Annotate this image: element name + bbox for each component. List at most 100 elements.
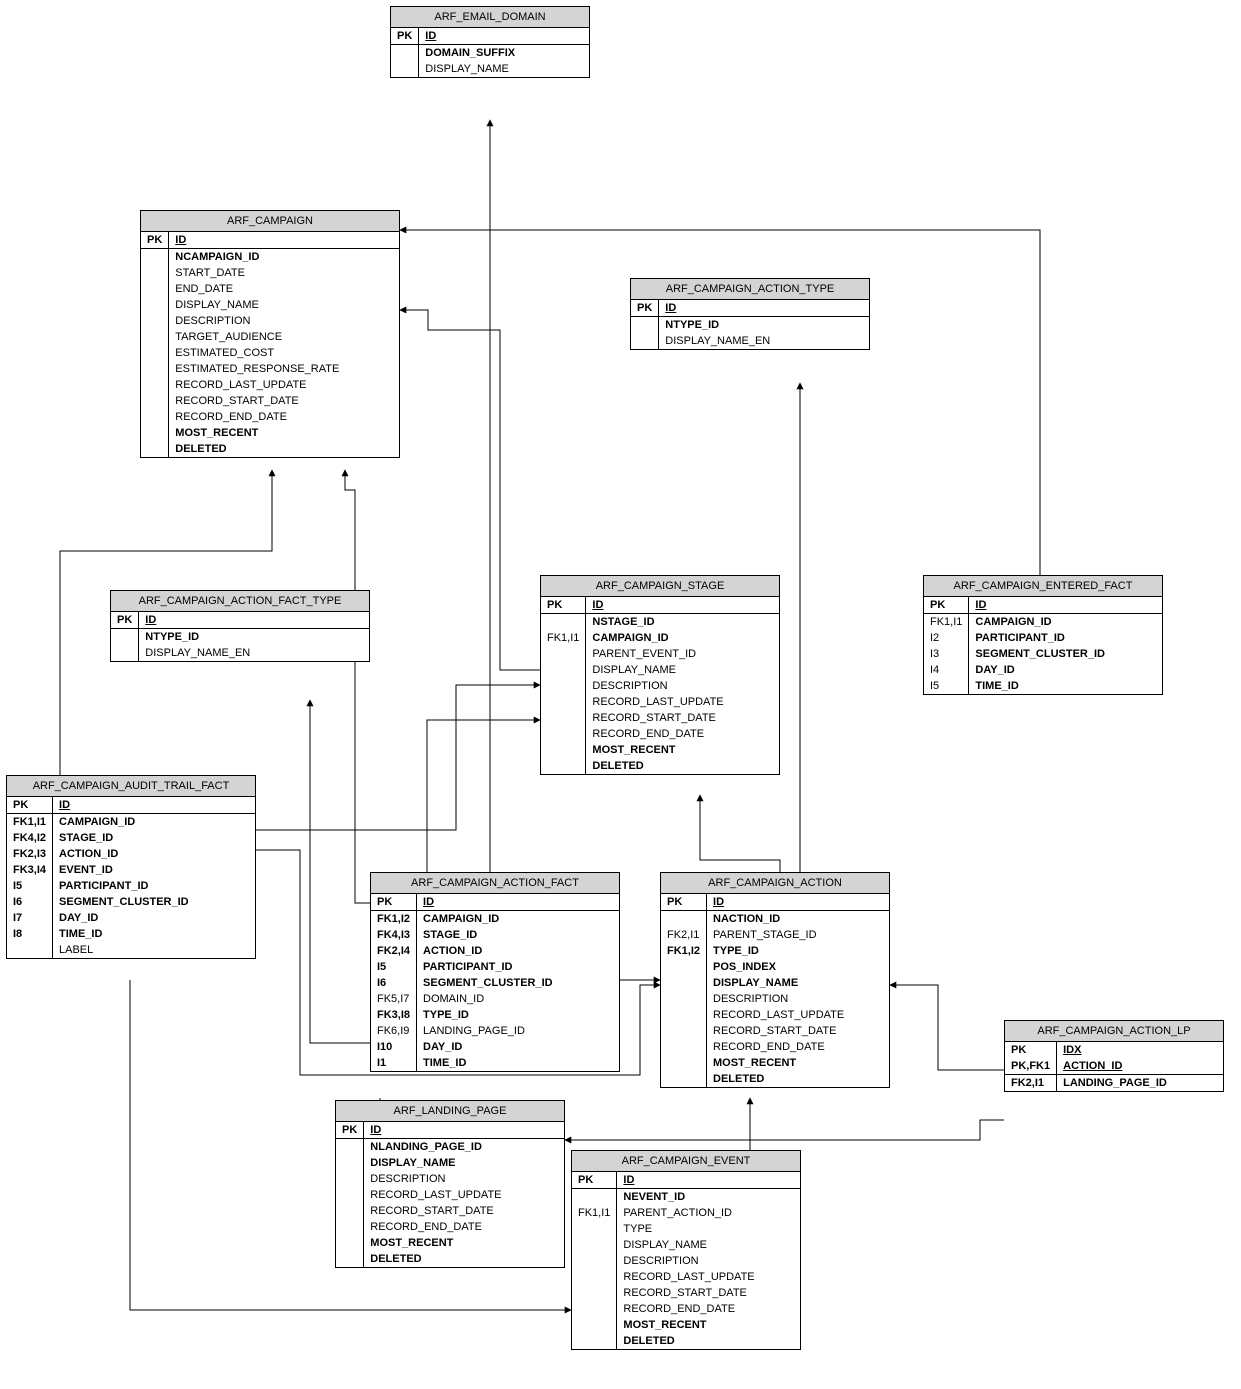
attribute-row: FK1,I1CAMPAIGN_ID bbox=[541, 630, 779, 646]
entity-arf_campaign_action: ARF_CAMPAIGN_ACTIONPKID NACTION_IDFK2,I1… bbox=[660, 872, 890, 1088]
key-cell bbox=[391, 61, 419, 77]
entity-title: ARF_CAMPAIGN_AUDIT_TRAIL_FACT bbox=[7, 776, 255, 797]
attribute-cell: DOMAIN_SUFFIX bbox=[419, 45, 589, 61]
key-cell bbox=[661, 1039, 707, 1055]
attribute-cell: DESCRIPTION bbox=[586, 678, 779, 694]
attribute-row: PKID bbox=[371, 894, 619, 911]
key-cell: PK bbox=[1005, 1042, 1057, 1058]
key-cell bbox=[572, 1253, 617, 1269]
attribute-cell: NACTION_ID bbox=[707, 911, 889, 927]
key-cell: PK bbox=[631, 300, 659, 317]
key-cell bbox=[141, 409, 169, 425]
attribute-row: MOST_RECENT bbox=[336, 1235, 564, 1251]
attribute-cell: NTYPE_ID bbox=[659, 317, 869, 333]
key-cell bbox=[336, 1203, 364, 1219]
key-cell: PK bbox=[7, 797, 53, 814]
key-cell: FK6,I9 bbox=[371, 1023, 417, 1039]
attribute-row: DELETED bbox=[141, 441, 399, 457]
attribute-row: ESTIMATED_COST bbox=[141, 345, 399, 361]
attribute-row: I8TIME_ID bbox=[7, 926, 255, 942]
key-cell bbox=[141, 425, 169, 441]
attribute-table: PKIDFK1,I1CAMPAIGN_IDI2PARTICIPANT_IDI3S… bbox=[924, 597, 1162, 694]
attribute-row: RECORD_END_DATE bbox=[336, 1219, 564, 1235]
attribute-row: NSTAGE_ID bbox=[541, 614, 779, 630]
entity-arf_campaign: ARF_CAMPAIGNPKID NCAMPAIGN_ID START_DATE… bbox=[140, 210, 400, 458]
key-cell bbox=[391, 45, 419, 61]
attribute-cell: PARTICIPANT_ID bbox=[417, 959, 619, 975]
attribute-cell: TYPE_ID bbox=[417, 1007, 619, 1023]
attribute-cell: IDX bbox=[1057, 1042, 1223, 1058]
attribute-cell: DISPLAY_NAME_EN bbox=[139, 645, 369, 661]
key-cell bbox=[141, 393, 169, 409]
entity-arf_campaign_audit_trail_fact: ARF_CAMPAIGN_AUDIT_TRAIL_FACTPKIDFK1,I1C… bbox=[6, 775, 256, 959]
attribute-row: DESCRIPTION bbox=[572, 1253, 800, 1269]
key-cell: PK bbox=[336, 1122, 364, 1139]
attribute-row: PKID bbox=[111, 612, 369, 629]
attribute-row: PKID bbox=[141, 232, 399, 249]
key-cell: I5 bbox=[371, 959, 417, 975]
attribute-cell: MOST_RECENT bbox=[169, 425, 399, 441]
attribute-row: DESCRIPTION bbox=[141, 313, 399, 329]
attribute-row: PARENT_EVENT_ID bbox=[541, 646, 779, 662]
attribute-row: I2PARTICIPANT_ID bbox=[924, 630, 1162, 646]
attribute-row: PKID bbox=[7, 797, 255, 814]
attribute-row: PKID bbox=[336, 1122, 564, 1139]
attribute-cell: STAGE_ID bbox=[53, 830, 255, 846]
attribute-row: FK3,I4EVENT_ID bbox=[7, 862, 255, 878]
attribute-row: PKID bbox=[391, 28, 589, 45]
attribute-row: DESCRIPTION bbox=[541, 678, 779, 694]
key-cell bbox=[541, 662, 586, 678]
key-cell bbox=[141, 377, 169, 393]
attribute-row: END_DATE bbox=[141, 281, 399, 297]
attribute-table: PKID DOMAIN_SUFFIX DISPLAY_NAME bbox=[391, 28, 589, 77]
key-cell bbox=[631, 333, 659, 349]
key-cell: FK2,I1 bbox=[661, 927, 707, 943]
attribute-cell: EVENT_ID bbox=[53, 862, 255, 878]
attribute-cell: NTYPE_ID bbox=[139, 629, 369, 645]
attribute-table: PKID NLANDING_PAGE_ID DISPLAY_NAME DESCR… bbox=[336, 1122, 564, 1267]
entity-title: ARF_CAMPAIGN_ENTERED_FACT bbox=[924, 576, 1162, 597]
entity-title: ARF_CAMPAIGN_ACTION_FACT_TYPE bbox=[111, 591, 369, 612]
attribute-row: I10DAY_ID bbox=[371, 1039, 619, 1055]
attribute-cell: RECORD_END_DATE bbox=[169, 409, 399, 425]
attribute-cell: TIME_ID bbox=[53, 926, 255, 942]
attribute-row: DISPLAY_NAME_EN bbox=[111, 645, 369, 661]
entity-arf_campaign_action_fact: ARF_CAMPAIGN_ACTION_FACTPKIDFK1,I2CAMPAI… bbox=[370, 872, 620, 1072]
attribute-row: PK,FK1ACTION_ID bbox=[1005, 1058, 1223, 1075]
attribute-cell: NLANDING_PAGE_ID bbox=[364, 1139, 564, 1155]
attribute-cell: TARGET_AUDIENCE bbox=[169, 329, 399, 345]
attribute-cell: SEGMENT_CLUSTER_ID bbox=[53, 894, 255, 910]
attribute-row: PKID bbox=[631, 300, 869, 317]
key-cell bbox=[661, 1023, 707, 1039]
attribute-cell: NCAMPAIGN_ID bbox=[169, 249, 399, 265]
attribute-table: PKID NTYPE_ID DISPLAY_NAME_EN bbox=[631, 300, 869, 349]
attribute-row: PKID bbox=[572, 1172, 800, 1189]
key-cell: I2 bbox=[924, 630, 969, 646]
attribute-row: DELETED bbox=[336, 1251, 564, 1267]
attribute-row: NTYPE_ID bbox=[631, 317, 869, 333]
key-cell bbox=[541, 742, 586, 758]
key-cell bbox=[336, 1251, 364, 1267]
attribute-cell: RECORD_LAST_UPDATE bbox=[586, 694, 779, 710]
attribute-cell: LANDING_PAGE_ID bbox=[1057, 1075, 1223, 1091]
attribute-row: I4DAY_ID bbox=[924, 662, 1162, 678]
attribute-row: PKID bbox=[924, 597, 1162, 614]
attribute-cell: PARENT_EVENT_ID bbox=[586, 646, 779, 662]
attribute-table: PKID NTYPE_ID DISPLAY_NAME_EN bbox=[111, 612, 369, 661]
key-cell: PK bbox=[924, 597, 969, 614]
key-cell bbox=[141, 281, 169, 297]
attribute-row: RECORD_START_DATE bbox=[572, 1285, 800, 1301]
attribute-cell: RECORD_START_DATE bbox=[617, 1285, 800, 1301]
key-cell: I4 bbox=[924, 662, 969, 678]
attribute-row: DOMAIN_SUFFIX bbox=[391, 45, 589, 61]
attribute-row: FK3,I8TYPE_ID bbox=[371, 1007, 619, 1023]
attribute-row: PKID bbox=[541, 597, 779, 614]
attribute-table: PKID NACTION_IDFK2,I1PARENT_STAGE_IDFK1,… bbox=[661, 894, 889, 1087]
attribute-cell: ID bbox=[53, 797, 255, 814]
attribute-cell: RECORD_START_DATE bbox=[707, 1023, 889, 1039]
attribute-cell: TYPE_ID bbox=[707, 943, 889, 959]
attribute-cell: LANDING_PAGE_ID bbox=[417, 1023, 619, 1039]
key-cell: FK1,I1 bbox=[924, 614, 969, 630]
attribute-row: DISPLAY_NAME bbox=[141, 297, 399, 313]
key-cell bbox=[661, 911, 707, 927]
